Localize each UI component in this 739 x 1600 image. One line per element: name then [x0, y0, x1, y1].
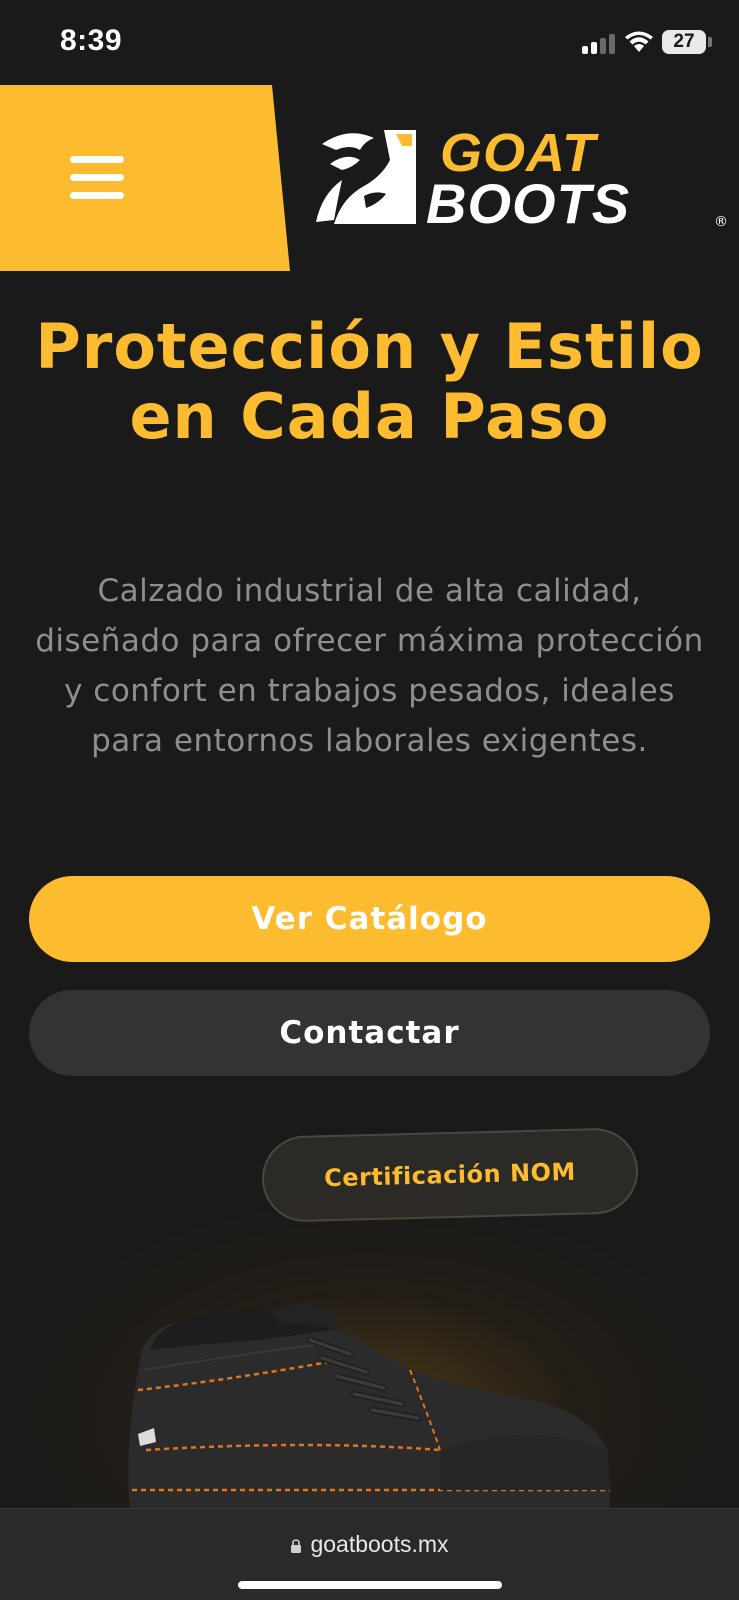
lock-icon	[291, 1539, 302, 1553]
battery-nub	[708, 37, 712, 47]
registered-mark: ®	[714, 214, 728, 230]
home-indicator[interactable]	[238, 1581, 502, 1589]
hamburger-menu-icon[interactable]	[70, 156, 124, 200]
battery-icon: 27	[662, 30, 706, 54]
status-time: 8:39	[60, 24, 123, 57]
view-catalog-button[interactable]: Ver Catálogo	[29, 876, 710, 962]
address-bar[interactable]: goatboots.mx	[0, 1531, 739, 1558]
goat-head-logo-icon	[316, 130, 416, 224]
menu-panel	[0, 85, 290, 271]
hero-description: Calzado industrial de alta calidad, dise…	[35, 573, 704, 759]
work-boot-image	[128, 1304, 610, 1510]
hero-title: Protección y Estilo en Cada Paso	[35, 310, 704, 453]
battery-level: 27	[673, 31, 695, 52]
wifi-icon	[625, 31, 653, 52]
status-bar: 8:39 27	[0, 0, 739, 84]
goat-boots-logo[interactable]: GOAT BOOTS ®	[312, 124, 730, 234]
contact-button[interactable]: Contactar	[29, 990, 710, 1076]
browser-bottom-bar: goatboots.mx	[0, 1508, 739, 1600]
signal-icon	[582, 32, 618, 54]
url-text: goatboots.mx	[310, 1531, 449, 1557]
logo-boots-text: BOOTS	[426, 172, 631, 235]
